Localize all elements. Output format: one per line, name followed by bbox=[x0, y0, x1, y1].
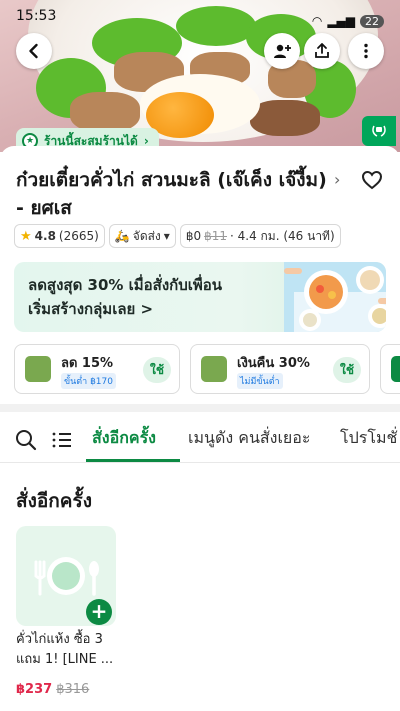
more-options-button[interactable] bbox=[348, 33, 384, 69]
battery-indicator: 22 bbox=[360, 14, 384, 28]
promo-line-1: ลดสูงสุด 30% เมื่อสั่งกับเพื่อน bbox=[28, 276, 223, 294]
rating-chip[interactable]: ★ 4.8 (2665) bbox=[14, 224, 105, 248]
delivery-info-chip[interactable]: ฿0 ฿11 · 4.4 กม. (46 นาที) bbox=[179, 224, 341, 248]
delivery-mode-dropdown[interactable]: 🛵 จัดส่ง ▾ bbox=[108, 224, 176, 248]
price-original: ฿316 bbox=[56, 682, 90, 697]
tab-popular-menu[interactable]: เมนูดัง คนสั่งเยอะ bbox=[188, 426, 311, 451]
food-table-illustration bbox=[284, 262, 386, 332]
award-badge[interactable] bbox=[362, 116, 396, 146]
scooter-icon: 🛵 bbox=[114, 229, 130, 243]
menu-item-name[interactable]: คั่วไก่แห้ง ซื้อ 3 แถม 1! [LINE ... bbox=[16, 630, 120, 670]
delivery-fee-original: ฿11 bbox=[204, 229, 228, 243]
signal-icon: ▂▄▆ bbox=[327, 14, 355, 28]
share-icon bbox=[315, 43, 329, 58]
add-person-icon bbox=[274, 44, 291, 58]
tabs-border bbox=[0, 462, 400, 463]
use-coupon-button[interactable]: ใช้ bbox=[333, 357, 361, 383]
restaurant-name: ก๋วยเตี๋ยวคั่วไก่ สวนมะลิ (เจ๊เค็ง เจ๊งี… bbox=[16, 169, 327, 219]
review-count: (2665) bbox=[58, 229, 99, 243]
coupon-condition: ขั้นต่ำ ฿170 bbox=[61, 373, 116, 389]
price-current: ฿237 bbox=[16, 682, 53, 697]
coupon-title: ลด 15% bbox=[61, 356, 114, 371]
star-icon: ★ bbox=[20, 228, 32, 244]
coupon-basket-icon bbox=[25, 356, 51, 382]
hero-image: 15:53 ◠ ▂▄▆ 22 ★ ร้านนี้สะสมร้านได้ › bbox=[0, 0, 400, 152]
coupon-condition: ไม่มีขั้นต่ำ bbox=[237, 373, 283, 389]
chicken-graphic bbox=[70, 92, 140, 132]
coupon-title: เงินคืน 30% bbox=[237, 356, 310, 371]
coupon-card[interactable]: ลด 15% ขั้นต่ำ ฿170 ใช้ bbox=[14, 344, 180, 394]
chevron-right-icon: › bbox=[334, 170, 341, 189]
caret-down-icon: ▾ bbox=[163, 229, 170, 243]
promo-line-2: เริ่มสร้างกลุ่มเลย > bbox=[28, 300, 154, 318]
search-icon[interactable] bbox=[14, 428, 38, 452]
menu-list-icon[interactable] bbox=[50, 428, 74, 452]
back-button[interactable] bbox=[16, 33, 52, 69]
menu-tabs: สั่งอีกครั้ง เมนูดัง คนสั่งเยอะ โปรโมชั่ bbox=[0, 422, 400, 462]
restaurant-card: ก๋วยเตี๋ยวคั่วไก่ สวนมะลิ (เจ๊เค็ง เจ๊งี… bbox=[0, 146, 400, 711]
section-divider bbox=[0, 404, 400, 412]
title-row[interactable]: ก๋วยเตี๋ยวคั่วไก่ สวนมะลิ (เจ๊เค็ง เจ๊งี… bbox=[16, 166, 384, 222]
delivery-fee: ฿0 bbox=[185, 229, 202, 243]
invite-friends-button[interactable] bbox=[264, 33, 300, 69]
info-row: ★ 4.8 (2665) 🛵 จัดส่ง ▾ ฿0 ฿11 · 4.4 กม.… bbox=[14, 224, 341, 248]
coupon-icon bbox=[391, 356, 400, 382]
delivery-mode-label: จัดส่ง bbox=[132, 228, 161, 243]
chicken-graphic bbox=[250, 100, 320, 136]
coupon-card[interactable]: เงินคืน 30% ไม่มีขั้นต่ำ ใช้ bbox=[190, 344, 370, 394]
favorite-heart-icon[interactable] bbox=[360, 168, 384, 192]
distance-time: · 4.4 กม. (46 นาที) bbox=[230, 228, 335, 243]
use-coupon-button[interactable]: ใช้ bbox=[143, 357, 171, 383]
add-to-cart-button[interactable]: + bbox=[86, 599, 112, 625]
share-button[interactable] bbox=[304, 33, 340, 69]
coupon-cashback-icon bbox=[201, 356, 227, 382]
laurel-icon bbox=[372, 125, 386, 137]
wifi-icon: ◠ bbox=[311, 14, 323, 28]
rating-value: 4.8 bbox=[34, 229, 56, 243]
more-vertical-icon bbox=[364, 43, 368, 59]
menu-item-price: ฿237 ฿316 bbox=[16, 682, 89, 697]
section-title: สั่งอีกครั้ง bbox=[16, 490, 92, 512]
status-time: 15:53 bbox=[16, 8, 57, 24]
coupon-card-partial[interactable] bbox=[380, 344, 400, 394]
group-order-banner[interactable]: ลดสูงสุด 30% เมื่อสั่งกับเพื่อน เริ่มสร้… bbox=[14, 262, 386, 332]
status-bar: 15:53 ◠ ▂▄▆ 22 bbox=[0, 0, 400, 34]
tab-order-again[interactable]: สั่งอีกครั้ง bbox=[92, 426, 156, 451]
tab-promotion[interactable]: โปรโมชั่ bbox=[340, 426, 397, 451]
coupon-row: ลด 15% ขั้นต่ำ ฿170 ใช้ เงินคืน 30% ไม่ม… bbox=[14, 344, 400, 396]
chevron-left-icon bbox=[29, 43, 38, 59]
